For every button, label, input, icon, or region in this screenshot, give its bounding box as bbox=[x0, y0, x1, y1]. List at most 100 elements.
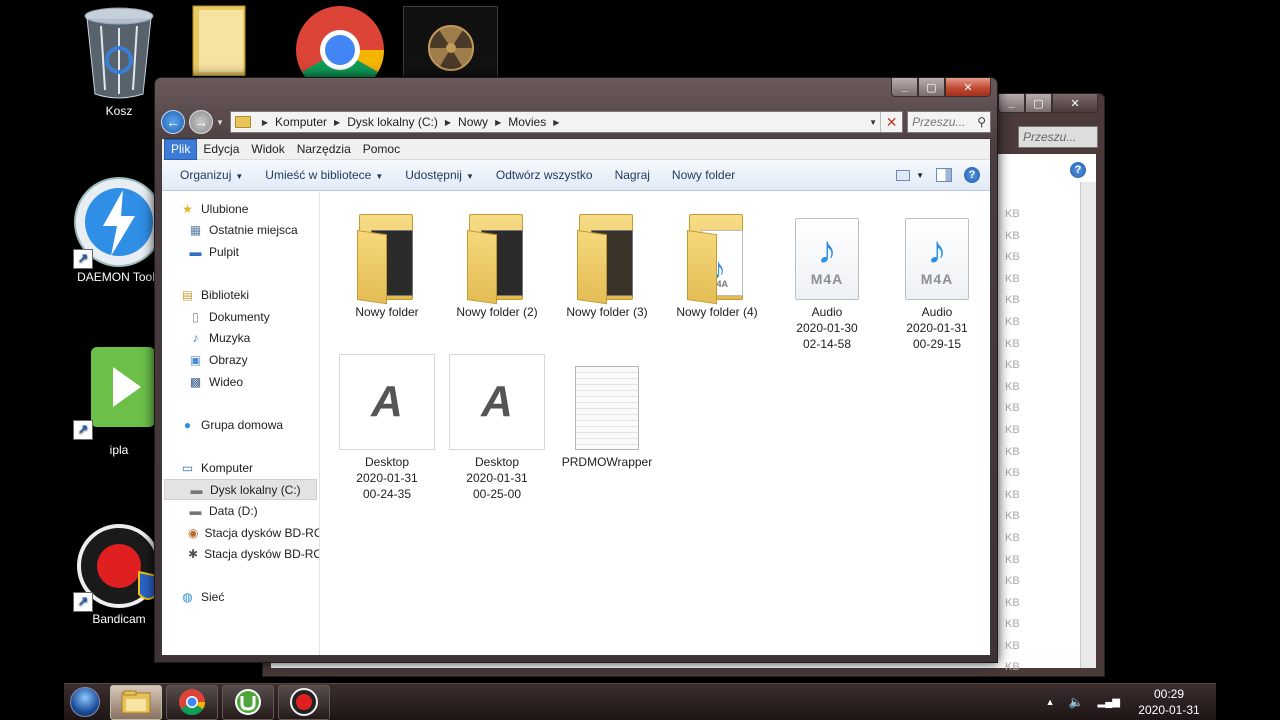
close-button[interactable]: ✕ bbox=[945, 78, 991, 97]
explorer-window[interactable]: _ ▢ ✕ ← → ▼ ▶ Komputer ▶ Dysk lokalny (C… bbox=[154, 77, 998, 663]
menu-tools[interactable]: Narzędzia bbox=[291, 140, 357, 159]
size-unit: KB bbox=[1005, 208, 1020, 220]
include-in-library-button[interactable]: Umieść w bibliotece ▼ bbox=[257, 168, 397, 182]
breadcrumb-separator-icon[interactable]: ▶ bbox=[495, 118, 501, 127]
desktop-icon-recycle-bin[interactable]: Kosz bbox=[71, 6, 167, 118]
nav-desktop[interactable]: ▬ Pulpit bbox=[162, 241, 319, 263]
nav-label: Pulpit bbox=[209, 244, 240, 259]
help-icon[interactable]: ? bbox=[964, 167, 980, 183]
breadcrumb-separator-icon[interactable]: ▶ bbox=[262, 118, 268, 127]
file-name-time: 00-29-15 bbox=[912, 337, 962, 351]
size-unit: KB bbox=[1005, 596, 1020, 609]
search-placeholder: Przeszu... bbox=[912, 115, 966, 129]
nav-bd-drive-1[interactable]: ◉ Stacja dysków BD-RO bbox=[162, 522, 319, 544]
clear-address-icon[interactable]: ✕ bbox=[880, 112, 902, 132]
nav-favorites[interactable]: ★ Ulubione bbox=[162, 198, 319, 220]
taskbar-utorrent[interactable] bbox=[222, 684, 274, 720]
music-note-icon: ♪ bbox=[927, 230, 947, 272]
recent-pages-dropdown[interactable]: ▼ bbox=[216, 118, 224, 127]
nav-label: Muzyka bbox=[209, 331, 251, 346]
file-item-text[interactable]: PRDMOWrapper bbox=[552, 350, 662, 470]
breadcrumb-item[interactable]: Movies bbox=[508, 115, 546, 129]
menu-edit[interactable]: Edycja bbox=[197, 140, 245, 159]
volume-icon[interactable]: 🔈 bbox=[1069, 695, 1084, 709]
file-name-time: 00-24-35 bbox=[362, 487, 412, 501]
nav-recent-places[interactable]: ▦ Ostatnie miejsca bbox=[162, 220, 319, 242]
show-hidden-icons-button[interactable]: ▲ bbox=[1046, 697, 1055, 707]
nav-network[interactable]: ◍ Sieć bbox=[162, 587, 319, 609]
nav-homegroup[interactable]: ● Grupa domowa bbox=[162, 414, 319, 436]
taskbar-bandicam[interactable] bbox=[278, 684, 330, 720]
breadcrumb-separator-icon[interactable]: ▶ bbox=[334, 118, 340, 127]
address-dropdown-icon[interactable]: ▼ bbox=[866, 118, 880, 127]
shortcut-arrow-icon: ↗ bbox=[73, 592, 93, 612]
size-unit: KB bbox=[1005, 315, 1020, 328]
nav-drive-d[interactable]: ▬ Data (D:) bbox=[162, 500, 319, 522]
file-item-audio[interactable]: ♪ M4A Audio 2020-01-31 00-29-15 bbox=[882, 200, 992, 352]
file-item-folder[interactable]: Nowy folder (2) bbox=[442, 200, 552, 320]
desktop-icon-folder[interactable] bbox=[172, 4, 268, 76]
nav-libraries[interactable]: ▤ Biblioteki bbox=[162, 284, 319, 306]
network-signal-icon[interactable]: ▂▄▆ bbox=[1098, 697, 1120, 708]
back-close-button[interactable]: ✕ bbox=[1052, 94, 1098, 113]
size-unit: KB bbox=[1005, 445, 1020, 458]
nav-videos[interactable]: ▩ Wideo bbox=[162, 371, 319, 393]
desktop-icon-daemon-tools[interactable]: ↗ DAEMON Tools bbox=[71, 176, 167, 284]
chrome-icon bbox=[179, 689, 206, 716]
back-maximize-button[interactable]: ▢ bbox=[1025, 94, 1052, 113]
search-input[interactable]: Przeszu... ⚲ bbox=[907, 111, 991, 133]
file-item-video[interactable]: A Desktop 2020-01-31 00-25-00 bbox=[442, 350, 552, 502]
taskbar-explorer[interactable] bbox=[110, 684, 162, 720]
nav-bd-drive-2[interactable]: ✱ Stacja dysków BD-RO bbox=[162, 544, 319, 566]
nav-documents[interactable]: ▯ Dokumenty bbox=[162, 306, 319, 328]
breadcrumb-item[interactable]: Komputer bbox=[275, 115, 327, 129]
file-item-audio[interactable]: ♪ M4A Audio 2020-01-30 02-14-58 bbox=[772, 200, 882, 352]
breadcrumb-separator-icon[interactable]: ▶ bbox=[445, 118, 451, 127]
nav-drive-c[interactable]: ▬ Dysk lokalny (C:) bbox=[164, 478, 317, 501]
change-view-button[interactable]: ▼ bbox=[896, 169, 924, 181]
desktop-icon-bandicam[interactable]: ↗ Bandicam bbox=[71, 520, 167, 626]
nav-music[interactable]: ♪ Muzyka bbox=[162, 328, 319, 350]
explorer-icon bbox=[121, 690, 151, 714]
file-item-folder[interactable]: ♪ M4A Nowy folder (4) bbox=[662, 200, 772, 320]
burn-button[interactable]: Nagraj bbox=[607, 168, 664, 182]
breadcrumb-item[interactable]: Nowy bbox=[458, 115, 488, 129]
new-folder-button[interactable]: Nowy folder bbox=[664, 168, 749, 182]
file-name: Desktop bbox=[364, 455, 410, 469]
desktop-icon-app[interactable] bbox=[403, 6, 498, 78]
forward-button[interactable]: → bbox=[188, 110, 213, 134]
chevron-down-icon: ▼ bbox=[235, 172, 244, 181]
back-window-search[interactable]: Przeszu... bbox=[1018, 126, 1098, 148]
nav-computer[interactable]: ▭ Komputer bbox=[162, 457, 319, 479]
back-minimize-button[interactable]: _ bbox=[998, 94, 1025, 113]
clock[interactable]: 00:29 2020-01-31 bbox=[1134, 686, 1204, 718]
menu-file[interactable]: Plik bbox=[164, 138, 198, 160]
address-bar[interactable]: ▶ Komputer ▶ Dysk lokalny (C:) ▶ Nowy ▶ … bbox=[229, 111, 904, 133]
menu-view[interactable]: Widok bbox=[245, 140, 290, 159]
nav-pictures[interactable]: ▣ Obrazy bbox=[162, 349, 319, 371]
desktop-icon-ipla[interactable]: ↗ ipla bbox=[71, 345, 167, 457]
back-button[interactable]: ← bbox=[161, 110, 185, 134]
breadcrumb-item[interactable]: Dysk lokalny (C:) bbox=[347, 115, 438, 129]
file-item-folder[interactable]: Nowy folder (3) bbox=[552, 200, 662, 320]
back-scrollbar[interactable] bbox=[1080, 182, 1096, 668]
desktop-icon: ▬ bbox=[189, 244, 202, 259]
navigation-pane[interactable]: ★ Ulubione ▦ Ostatnie miejsca ▬ Pulpit ▤ Bib… bbox=[162, 192, 320, 655]
play-all-button[interactable]: Odtwórz wszystko bbox=[488, 168, 607, 182]
maximize-button[interactable]: ▢ bbox=[918, 78, 945, 97]
desktop-icon-chrome[interactable] bbox=[292, 6, 388, 78]
start-button[interactable] bbox=[64, 684, 106, 720]
file-item-folder[interactable]: Nowy folder bbox=[332, 200, 442, 320]
view-controls: ▼ ? bbox=[896, 167, 990, 183]
preview-pane-icon[interactable] bbox=[936, 168, 952, 182]
organize-button[interactable]: Organizuj ▼ bbox=[172, 168, 257, 182]
file-item-video[interactable]: A Desktop 2020-01-31 00-24-35 bbox=[332, 350, 442, 502]
share-button[interactable]: Udostępnij ▼ bbox=[397, 168, 488, 182]
drive-icon: ▬ bbox=[190, 482, 203, 497]
back-help-icon[interactable]: ? bbox=[1070, 162, 1086, 178]
menu-help[interactable]: Pomoc bbox=[357, 140, 406, 159]
breadcrumb-separator-icon[interactable]: ▶ bbox=[553, 118, 559, 127]
minimize-button[interactable]: _ bbox=[891, 78, 918, 97]
taskbar-chrome[interactable] bbox=[166, 684, 218, 720]
nav-label: Ulubione bbox=[201, 201, 249, 216]
